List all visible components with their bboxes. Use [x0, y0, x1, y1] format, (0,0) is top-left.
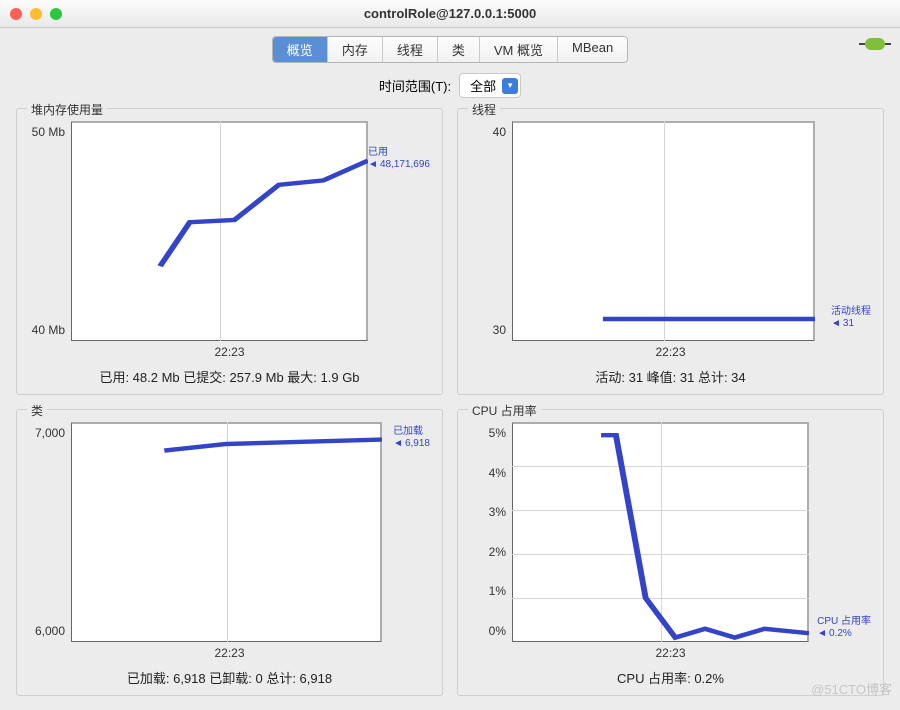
ytick: 40 Mb: [32, 323, 65, 337]
legend-label: 已用: [368, 147, 430, 159]
time-range-label: 时间范围(T):: [379, 76, 451, 95]
yaxis-cpu: 5% 4% 3% 2% 1% 0%: [468, 422, 512, 642]
ytick: 50 Mb: [32, 125, 65, 139]
legend-value: 48,171,696: [380, 159, 430, 170]
plot-heap[interactable]: 已用 ◄48,171,696: [71, 121, 368, 341]
ytick: 2%: [489, 545, 506, 559]
status-heap: 已用: 48.2 Mb 已提交: 257.9 Mb 最大: 1.9 Gb: [27, 365, 432, 386]
line-heap: [71, 121, 368, 341]
legend-value: 6,918: [405, 438, 430, 449]
chevron-updown-icon: ▾: [502, 78, 518, 94]
connect-button[interactable]: [862, 36, 888, 52]
xaxis-classes: 22:23: [27, 642, 432, 666]
legend-value: 0.2%: [829, 628, 852, 639]
ytick: 1%: [489, 584, 506, 598]
tab-threads[interactable]: 线程: [383, 37, 438, 62]
close-icon[interactable]: [10, 8, 22, 20]
yaxis-classes: 7,000 6,000: [27, 422, 71, 642]
plot-cpu[interactable]: CPU 占用率 ◄0.2%: [512, 422, 809, 642]
legend-label: CPU 占用率: [817, 616, 871, 628]
status-classes: 已加载: 6,918 已卸载: 0 总计: 6,918: [27, 666, 432, 687]
panel-threads: 线程 40 30 活动线程 ◄31 22:23 活动: 31 峰值: 31 总计: [457, 108, 884, 395]
xaxis-threads: 22:23: [468, 341, 873, 365]
tab-vm-summary[interactable]: VM 概览: [480, 37, 558, 62]
time-range-select[interactable]: 全部 ▾: [459, 73, 521, 98]
legend-threads: 活动线程 ◄31: [831, 306, 871, 330]
ytick: 4%: [489, 466, 506, 480]
panel-classes: 类 7,000 6,000 已加载 ◄6,918 22:23 已加载: 6,91…: [16, 409, 443, 696]
legend-value: 31: [843, 318, 854, 329]
chart-heap-wrap: 50 Mb 40 Mb 已用 ◄48,171,696: [27, 121, 432, 341]
line-threads: [512, 121, 815, 341]
legend-label: 已加载: [393, 426, 430, 438]
plug-icon: [865, 38, 885, 50]
status-threads: 活动: 31 峰值: 31 总计: 34: [468, 365, 873, 386]
line-classes: [71, 422, 382, 642]
tab-overview[interactable]: 概览: [273, 37, 328, 62]
panel-title-classes: 类: [27, 402, 47, 419]
ytick: 3%: [489, 505, 506, 519]
plot-threads[interactable]: 活动线程 ◄31: [512, 121, 815, 341]
xaxis-heap: 22:23: [27, 341, 432, 365]
yaxis-heap: 50 Mb 40 Mb: [27, 121, 71, 341]
chart-cpu-wrap: 5% 4% 3% 2% 1% 0% CPU 占用率 ◄0.2%: [468, 422, 873, 642]
tab-mbean[interactable]: MBean: [558, 37, 627, 62]
tab-segmented: 概览 内存 线程 类 VM 概览 MBean: [272, 36, 628, 63]
traffic-lights: [10, 8, 62, 20]
xaxis-cpu: 22:23: [468, 642, 873, 666]
minimize-icon[interactable]: [30, 8, 42, 20]
tab-classes[interactable]: 类: [438, 37, 480, 62]
legend-heap: 已用 ◄48,171,696: [368, 147, 430, 171]
panel-title-heap: 堆内存使用量: [27, 101, 107, 118]
ytick: 30: [493, 323, 506, 337]
ytick: 5%: [489, 426, 506, 440]
ytick: 7,000: [35, 426, 65, 440]
tab-memory[interactable]: 内存: [328, 37, 383, 62]
watermark: @51CTO博客: [811, 679, 892, 698]
ytick: 40: [493, 125, 506, 139]
legend-classes: 已加载 ◄6,918: [393, 426, 430, 450]
time-range-value: 全部: [470, 76, 496, 95]
plot-classes[interactable]: 已加载 ◄6,918: [71, 422, 382, 642]
time-range-bar: 时间范围(T): 全部 ▾: [0, 67, 900, 108]
legend-cpu: CPU 占用率 ◄0.2%: [817, 616, 871, 640]
chart-threads-wrap: 40 30 活动线程 ◄31: [468, 121, 873, 341]
ytick: 6,000: [35, 624, 65, 638]
panel-title-threads: 线程: [468, 101, 500, 118]
legend-label: 活动线程: [831, 306, 871, 318]
panel-cpu: CPU 占用率 5% 4% 3% 2% 1% 0%: [457, 409, 884, 696]
ytick: 0%: [489, 624, 506, 638]
titlebar: controlRole@127.0.0.1:5000: [0, 0, 900, 28]
window-title: controlRole@127.0.0.1:5000: [0, 6, 900, 21]
panel-heap: 堆内存使用量 50 Mb 40 Mb 已用 ◄48,171,696 22:23 …: [16, 108, 443, 395]
chart-classes-wrap: 7,000 6,000 已加载 ◄6,918: [27, 422, 432, 642]
tabbar: 概览 内存 线程 类 VM 概览 MBean: [0, 28, 900, 67]
zoom-icon[interactable]: [50, 8, 62, 20]
panel-title-cpu: CPU 占用率: [468, 402, 541, 419]
line-cpu: [512, 422, 809, 642]
panels-grid: 堆内存使用量 50 Mb 40 Mb 已用 ◄48,171,696 22:23 …: [0, 108, 900, 710]
yaxis-threads: 40 30: [468, 121, 512, 341]
